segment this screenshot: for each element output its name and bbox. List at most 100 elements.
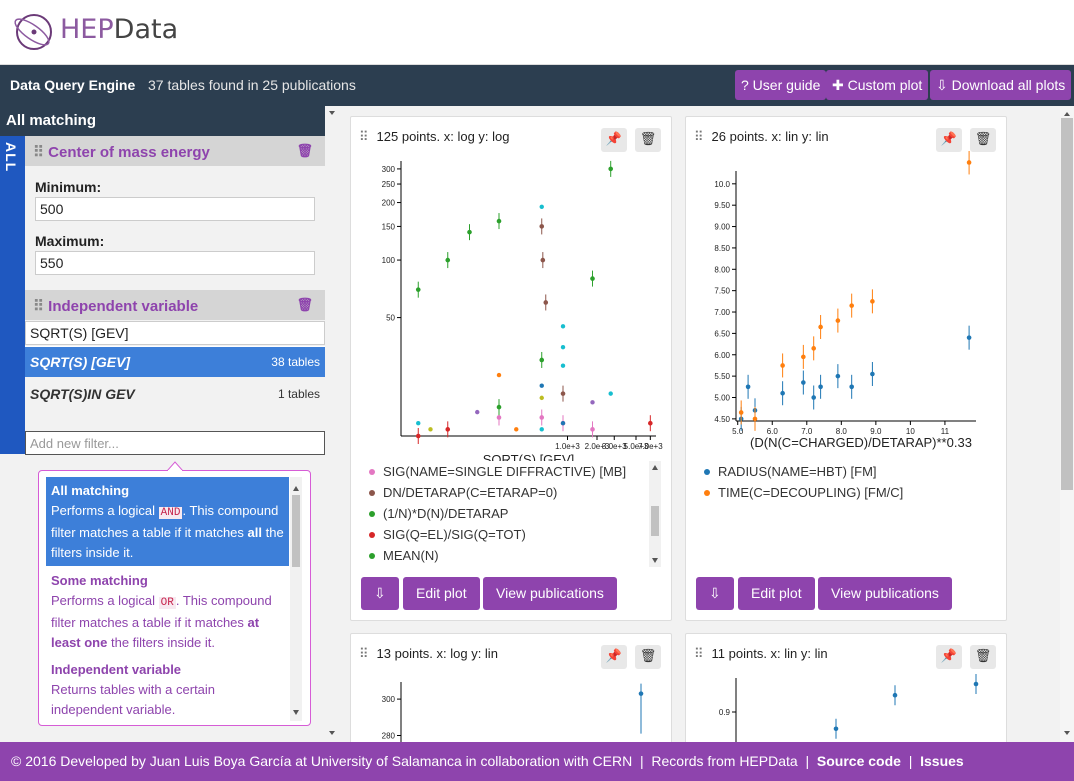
download-all-label: Download all plots bbox=[951, 77, 1066, 93]
drag-handle-icon[interactable]: ⠿ bbox=[359, 129, 369, 144]
filter-independent-variable[interactable]: ⠿ Independent variable 🗑 bbox=[25, 290, 325, 320]
user-guide-button[interactable]: ? User guide bbox=[735, 70, 827, 100]
add-filter-input[interactable]: Add new filter... bbox=[25, 431, 325, 455]
data-point bbox=[892, 692, 898, 698]
data-point bbox=[849, 303, 854, 308]
data-point bbox=[415, 433, 421, 439]
data-point bbox=[833, 726, 839, 732]
data-point bbox=[811, 395, 816, 400]
legend-item[interactable]: DN/DETARAP(C=ETARAP=0) bbox=[363, 482, 661, 503]
data-point bbox=[648, 420, 653, 426]
option-title: Some matching bbox=[51, 573, 148, 588]
view-publications-button[interactable]: View publications bbox=[483, 577, 617, 610]
chart-svg[interactable]: 0.9 bbox=[686, 668, 1008, 748]
pin-icon[interactable]: 📌 bbox=[601, 645, 627, 669]
filter-center-of-mass-energy[interactable]: ⠿ Center of mass energy 🗑 bbox=[25, 136, 325, 166]
y-tick-label: 8.00 bbox=[714, 265, 730, 274]
data-point bbox=[811, 346, 816, 351]
download-icon: ⇩ bbox=[709, 585, 721, 601]
legend-item[interactable]: SIG(NAME=SINGLE DIFFRACTIVE) [MB] bbox=[363, 461, 661, 482]
drag-handle-icon[interactable]: ⠿ bbox=[694, 129, 704, 144]
edit-plot-button[interactable]: Edit plot bbox=[738, 577, 815, 610]
option-some-matching[interactable]: Some matching Performs a logical OR. Thi… bbox=[46, 567, 289, 657]
view-publications-button[interactable]: View publications bbox=[818, 577, 952, 610]
custom-plot-button[interactable]: ✚ Custom plot bbox=[826, 70, 929, 100]
trash-icon[interactable]: 🗑 bbox=[635, 128, 661, 152]
download-plot-button[interactable]: ⇩ bbox=[696, 577, 734, 610]
hepdata-logo-icon[interactable] bbox=[10, 10, 54, 54]
legend-item[interactable]: RADIUS(NAME=HBT) [FM] bbox=[698, 461, 996, 482]
option-code: AND bbox=[158, 507, 183, 519]
legend-item[interactable]: TIME(C=DECOUPLING) [FM/C] bbox=[698, 482, 996, 503]
variable-option-count: 1 tables bbox=[277, 387, 320, 401]
data-point bbox=[496, 415, 502, 420]
data-point bbox=[496, 372, 502, 378]
chart-svg[interactable]: 260280300 bbox=[351, 668, 673, 748]
site-logo-text[interactable]: HEPData bbox=[60, 14, 178, 45]
legend-swatch bbox=[369, 511, 375, 517]
footer-credit: © 2016 Developed by Juan Luis Boya Garcí… bbox=[11, 753, 633, 769]
chart-svg[interactable]: 4.50 5.00 5.50 6.00 6.50 7.00 7.50 8.00 8.50 9.00… bbox=[686, 151, 1008, 461]
minimum-label: Minimum: bbox=[35, 179, 102, 195]
plot-card-title: ⠿ 13 points. x: log y: lin bbox=[359, 646, 498, 662]
y-tick-label: 6.00 bbox=[714, 351, 730, 360]
footer-records-link[interactable]: Records from HEPData bbox=[651, 753, 797, 769]
minimum-input[interactable]: 500 bbox=[35, 197, 315, 221]
trash-icon[interactable]: 🗑 bbox=[970, 645, 996, 669]
legend-swatch bbox=[369, 553, 375, 559]
drag-handle-icon[interactable]: ⠿ bbox=[33, 144, 44, 161]
legend-item[interactable]: MEAN(N) bbox=[363, 545, 661, 566]
x-axis-label: (D(N(C=CHARGED)/DETARAP)**0.33 bbox=[750, 435, 972, 450]
edit-plot-button[interactable]: Edit plot bbox=[403, 577, 480, 610]
chart-svg[interactable]: 501001502002503001.0e+3 2.0e+33.0e+35.0e+… bbox=[351, 151, 673, 461]
trash-icon[interactable]: 🗑 bbox=[635, 645, 661, 669]
all-tab[interactable]: ALL bbox=[0, 136, 25, 454]
legend-item[interactable]: SIG(Q=EL)/SIG(Q=TOT) bbox=[363, 524, 661, 545]
data-point bbox=[539, 395, 544, 401]
legend-scrollbar[interactable] bbox=[649, 461, 661, 567]
pin-icon[interactable]: 📌 bbox=[936, 645, 962, 669]
independent-variable-input[interactable]: SQRT(S) [GEV] bbox=[25, 321, 325, 345]
trash-icon[interactable]: 🗑 bbox=[296, 297, 313, 313]
variable-option[interactable]: SQRT(S)IN GEV 1 tables bbox=[25, 379, 325, 409]
main-scrollbar[interactable] bbox=[1060, 106, 1074, 742]
trash-icon[interactable]: 🗑 bbox=[296, 143, 313, 159]
maximum-input[interactable]: 550 bbox=[35, 251, 315, 275]
collapse-arrow-icon[interactable] bbox=[327, 108, 337, 118]
legend-label: MEAN(N) bbox=[383, 548, 439, 563]
trash-icon[interactable]: 🗑 bbox=[970, 128, 996, 152]
drag-handle-icon[interactable]: ⠿ bbox=[694, 646, 704, 661]
pin-icon[interactable]: 📌 bbox=[601, 128, 627, 152]
download-all-plots-button[interactable]: ⇩ Download all plots bbox=[930, 70, 1072, 100]
data-point bbox=[467, 229, 472, 235]
data-point bbox=[870, 371, 875, 377]
data-point bbox=[608, 391, 613, 396]
data-point bbox=[540, 257, 546, 263]
plot-card-title-text: 26 points. x: lin y: lin bbox=[711, 129, 829, 144]
data-point bbox=[608, 166, 614, 172]
variable-option[interactable]: SQRT(S) [GEV] 38 tables bbox=[25, 347, 325, 377]
download-plot-button[interactable]: ⇩ bbox=[361, 577, 399, 610]
pin-icon[interactable]: 📌 bbox=[936, 128, 962, 152]
drag-handle-icon[interactable]: ⠿ bbox=[359, 646, 369, 661]
data-point bbox=[539, 415, 545, 420]
y-tick-label: 50 bbox=[386, 314, 395, 323]
filter-type-dropdown[interactable]: All matching Performs a logical AND. Thi… bbox=[38, 470, 311, 726]
query-toolbar: Data Query Engine 37 tables found in 25 … bbox=[0, 65, 1074, 106]
dropdown-scrollbar[interactable] bbox=[290, 477, 302, 721]
collapse-arrow-icon[interactable] bbox=[327, 728, 337, 738]
site-header: HEPData bbox=[0, 0, 1074, 65]
legend-item[interactable]: (1/N)*D(N)/DETARAP bbox=[363, 503, 661, 524]
data-point bbox=[445, 257, 451, 263]
option-all-matching[interactable]: All matching Performs a logical AND. Thi… bbox=[46, 477, 289, 566]
data-point bbox=[514, 427, 519, 432]
y-tick-label: 280 bbox=[382, 732, 396, 741]
option-independent-variable[interactable]: Independent variable Returns tables with… bbox=[46, 656, 289, 724]
drag-handle-icon[interactable]: ⠿ bbox=[33, 298, 44, 315]
data-point bbox=[780, 363, 785, 368]
data-point bbox=[818, 384, 823, 390]
source-code-link[interactable]: Source code bbox=[817, 753, 901, 769]
data-point bbox=[818, 324, 823, 330]
issues-link[interactable]: Issues bbox=[920, 753, 964, 769]
option-title: Independent variable bbox=[51, 662, 182, 677]
